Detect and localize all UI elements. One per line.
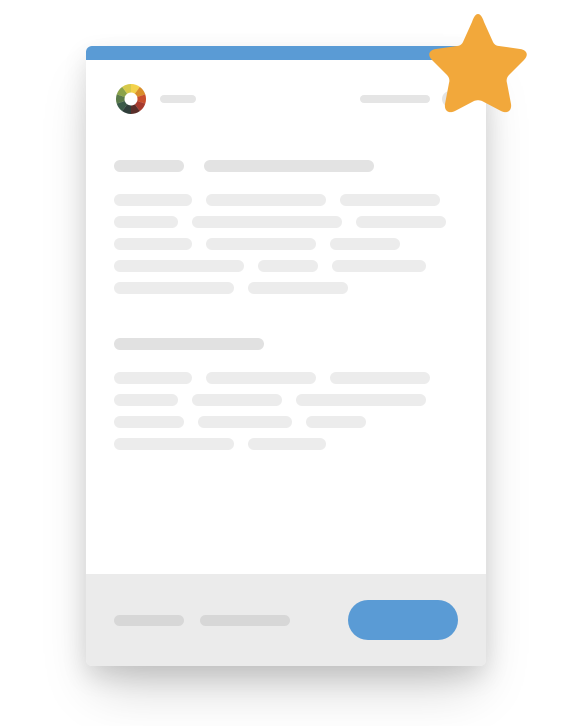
text-placeholder (114, 416, 184, 428)
primary-button[interactable] (348, 600, 458, 640)
text-placeholder (306, 416, 366, 428)
section-subhead (114, 338, 264, 350)
text-placeholder (340, 194, 440, 206)
text-placeholder (192, 394, 282, 406)
text-placeholder (206, 372, 316, 384)
footer-link-b[interactable] (200, 615, 290, 626)
star-badge-icon (423, 8, 533, 118)
text-placeholder (356, 216, 446, 228)
text-placeholder (296, 394, 426, 406)
paragraph-2 (114, 372, 458, 450)
text-placeholder (330, 372, 430, 384)
page-title (114, 160, 458, 172)
text-placeholder (192, 216, 342, 228)
text-placeholder (114, 438, 234, 450)
text-placeholder (330, 238, 400, 250)
header-nav-link[interactable] (360, 95, 430, 103)
footer-link-a[interactable] (114, 615, 184, 626)
brand-name (160, 95, 196, 103)
paragraph-1 (114, 194, 458, 294)
text-placeholder (248, 438, 326, 450)
text-placeholder (114, 194, 192, 206)
text-placeholder (114, 394, 178, 406)
document-card (86, 46, 486, 666)
text-placeholder (206, 194, 326, 206)
text-placeholder (248, 282, 348, 294)
content-body (86, 130, 486, 574)
title-part-a (114, 160, 184, 172)
text-placeholder (114, 372, 192, 384)
title-part-b (204, 160, 374, 172)
footer (86, 574, 486, 666)
text-placeholder (206, 238, 316, 250)
text-placeholder (258, 260, 318, 272)
text-placeholder (332, 260, 426, 272)
text-placeholder (114, 238, 192, 250)
text-placeholder (114, 282, 234, 294)
text-placeholder (114, 216, 178, 228)
text-placeholder (114, 260, 244, 272)
text-placeholder (198, 416, 292, 428)
color-wheel-logo-icon (114, 82, 148, 116)
